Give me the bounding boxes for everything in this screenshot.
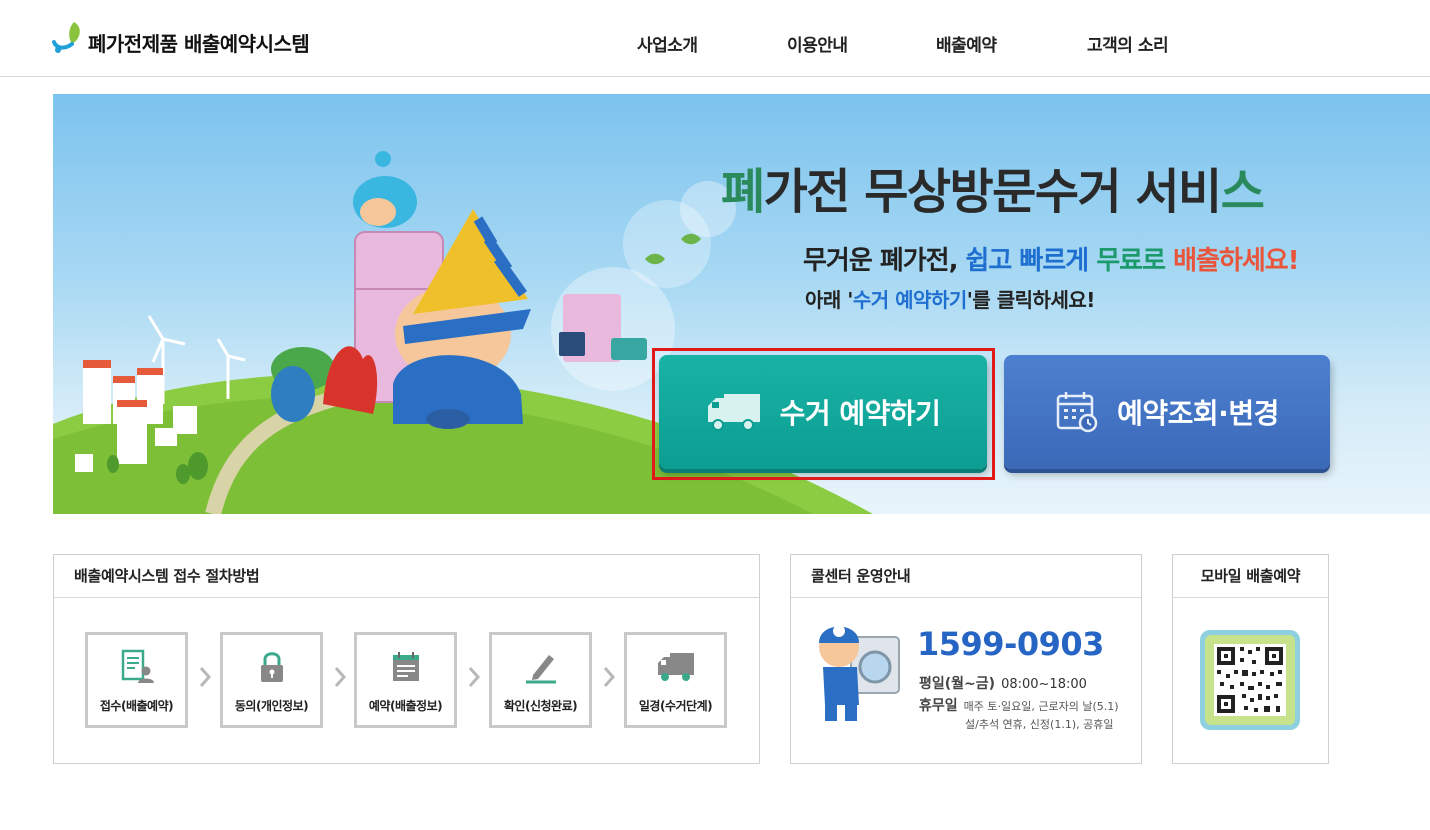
truck-icon bbox=[627, 649, 724, 685]
procedure-step-label: 예약(배출정보) bbox=[368, 699, 443, 713]
chevron-right-icon bbox=[199, 667, 212, 687]
hero-banner: 폐가전 무상방문수거 서비스 무거운 폐가전, 쉽고 빠르게 무료로 배출하세요… bbox=[53, 94, 1430, 514]
procedure-step: 예약(배출정보) bbox=[354, 632, 457, 728]
procedure-step: 일경(수거단계) bbox=[624, 632, 727, 728]
weekday-label: 평일(월~금) bbox=[919, 676, 996, 692]
hero-subtitle-part: , bbox=[948, 246, 966, 276]
procedure-panel: 배출예약시스템 접수 절차방법 접수(배출예약) 동의(개인정보) 예약(배출정… bbox=[53, 554, 760, 764]
procedure-step: 확인(신청완료) bbox=[489, 632, 592, 728]
nav-customer-voice[interactable]: 고객의 소리 bbox=[1087, 31, 1169, 56]
truck-icon bbox=[706, 392, 762, 432]
hero-title: 폐가전 무상방문수거 서비스 bbox=[721, 152, 1265, 222]
calendar-note-icon bbox=[357, 649, 454, 685]
hero-instruction-part: '를 클릭하세요! bbox=[966, 288, 1096, 312]
hero-instruction-part: 수거 예약하기 bbox=[852, 288, 967, 312]
holiday-text-2: 설/추석 연휴, 신정(1.1), 공휴일 bbox=[965, 718, 1114, 731]
chevron-right-icon bbox=[334, 667, 347, 687]
holiday-text: 매주 토·일요일, 근로자의 날(5.1) bbox=[963, 700, 1119, 713]
procedure-step-label: 접수(배출예약) bbox=[99, 699, 174, 713]
hero-subtitle-part: 배출하세요! bbox=[1173, 246, 1299, 276]
hero-subtitle-part: 무거운 bbox=[803, 246, 880, 276]
hero-subtitle-part: 폐가전 bbox=[879, 246, 950, 276]
reservation-lookup-label: 예약조회·변경 bbox=[1117, 397, 1279, 430]
procedure-step: 접수(배출예약) bbox=[85, 632, 188, 728]
callcenter-panel: 콜센터 운영안내 1599-0903 평일(월~금) 08:00~18:00 휴무… bbox=[790, 554, 1142, 764]
callcenter-weekday: 평일(월~금) 08:00~18:00 bbox=[919, 673, 1087, 693]
weekday-hours: 08:00~18:00 bbox=[1001, 677, 1087, 692]
holiday-label: 휴무일 bbox=[919, 698, 958, 714]
pen-icon bbox=[492, 649, 589, 685]
procedure-step: 동의(개인정보) bbox=[220, 632, 323, 728]
hero-subtitle-part: 쉽고 빠르게 bbox=[965, 246, 1090, 276]
pickup-reservation-label: 수거 예약하기 bbox=[779, 397, 941, 430]
hero-subtitle: 무거운 폐가전, 쉽고 빠르게 무료로 배출하세요! bbox=[803, 240, 1300, 277]
callcenter-holiday: 휴무일 매주 토·일요일, 근로자의 날(5.1) bbox=[919, 695, 1119, 715]
hero-instruction-part: 아래 ' bbox=[805, 288, 853, 312]
site-header: 폐가전제품 배출예약시스템 사업소개 이용안내 배출예약 고객의 소리 bbox=[0, 0, 1430, 77]
main-nav: 사업소개 이용안내 배출예약 고객의 소리 bbox=[600, 31, 1220, 57]
pickup-reservation-button[interactable]: 수거 예약하기 bbox=[659, 355, 987, 469]
hero-instruction: 아래 '수거 예약하기'를 클릭하세요! bbox=[805, 284, 1095, 313]
hero-title-middle: 가전 무상방문수거 서비 bbox=[763, 164, 1223, 220]
calendar-clock-icon bbox=[1055, 390, 1099, 434]
mobile-title: 모바일 배출예약 bbox=[1173, 555, 1328, 598]
qr-code-icon[interactable] bbox=[1200, 630, 1300, 730]
hero-title-accent-start: 폐 bbox=[721, 164, 765, 220]
procedure-step-label: 일경(수거단계) bbox=[638, 699, 713, 713]
hero-title-accent-end: 스 bbox=[1220, 164, 1265, 220]
chevron-right-icon bbox=[603, 667, 616, 687]
callcenter-phone[interactable]: 1599-0903 bbox=[917, 625, 1104, 663]
site-logo-text: 폐가전제품 배출예약시스템 bbox=[88, 32, 310, 56]
lock-icon bbox=[223, 649, 320, 685]
document-user-icon bbox=[88, 649, 185, 685]
mobile-panel: 모바일 배출예약 bbox=[1172, 554, 1329, 764]
procedure-title: 배출예약시스템 접수 절차방법 bbox=[54, 555, 759, 598]
callcenter-title: 콜센터 운영안내 bbox=[791, 555, 1141, 598]
leaf-logo-icon bbox=[52, 20, 86, 60]
reservation-lookup-button[interactable]: 예약조회·변경 bbox=[1004, 355, 1330, 469]
chevron-right-icon bbox=[468, 667, 481, 687]
site-logo[interactable]: 폐가전제품 배출예약시스템 bbox=[52, 10, 310, 60]
procedure-step-label: 확인(신청완료) bbox=[503, 699, 578, 713]
procedure-step-label: 동의(개인정보) bbox=[234, 699, 309, 713]
nav-disposal-reservation[interactable]: 배출예약 bbox=[936, 31, 997, 56]
hero-subtitle-part bbox=[1165, 246, 1173, 276]
nav-business-intro[interactable]: 사업소개 bbox=[637, 31, 698, 56]
mascot-washer-illustration bbox=[819, 625, 900, 721]
nav-usage-guide[interactable]: 이용안내 bbox=[787, 31, 848, 56]
hero-subtitle-part: 무료로 bbox=[1096, 246, 1166, 276]
